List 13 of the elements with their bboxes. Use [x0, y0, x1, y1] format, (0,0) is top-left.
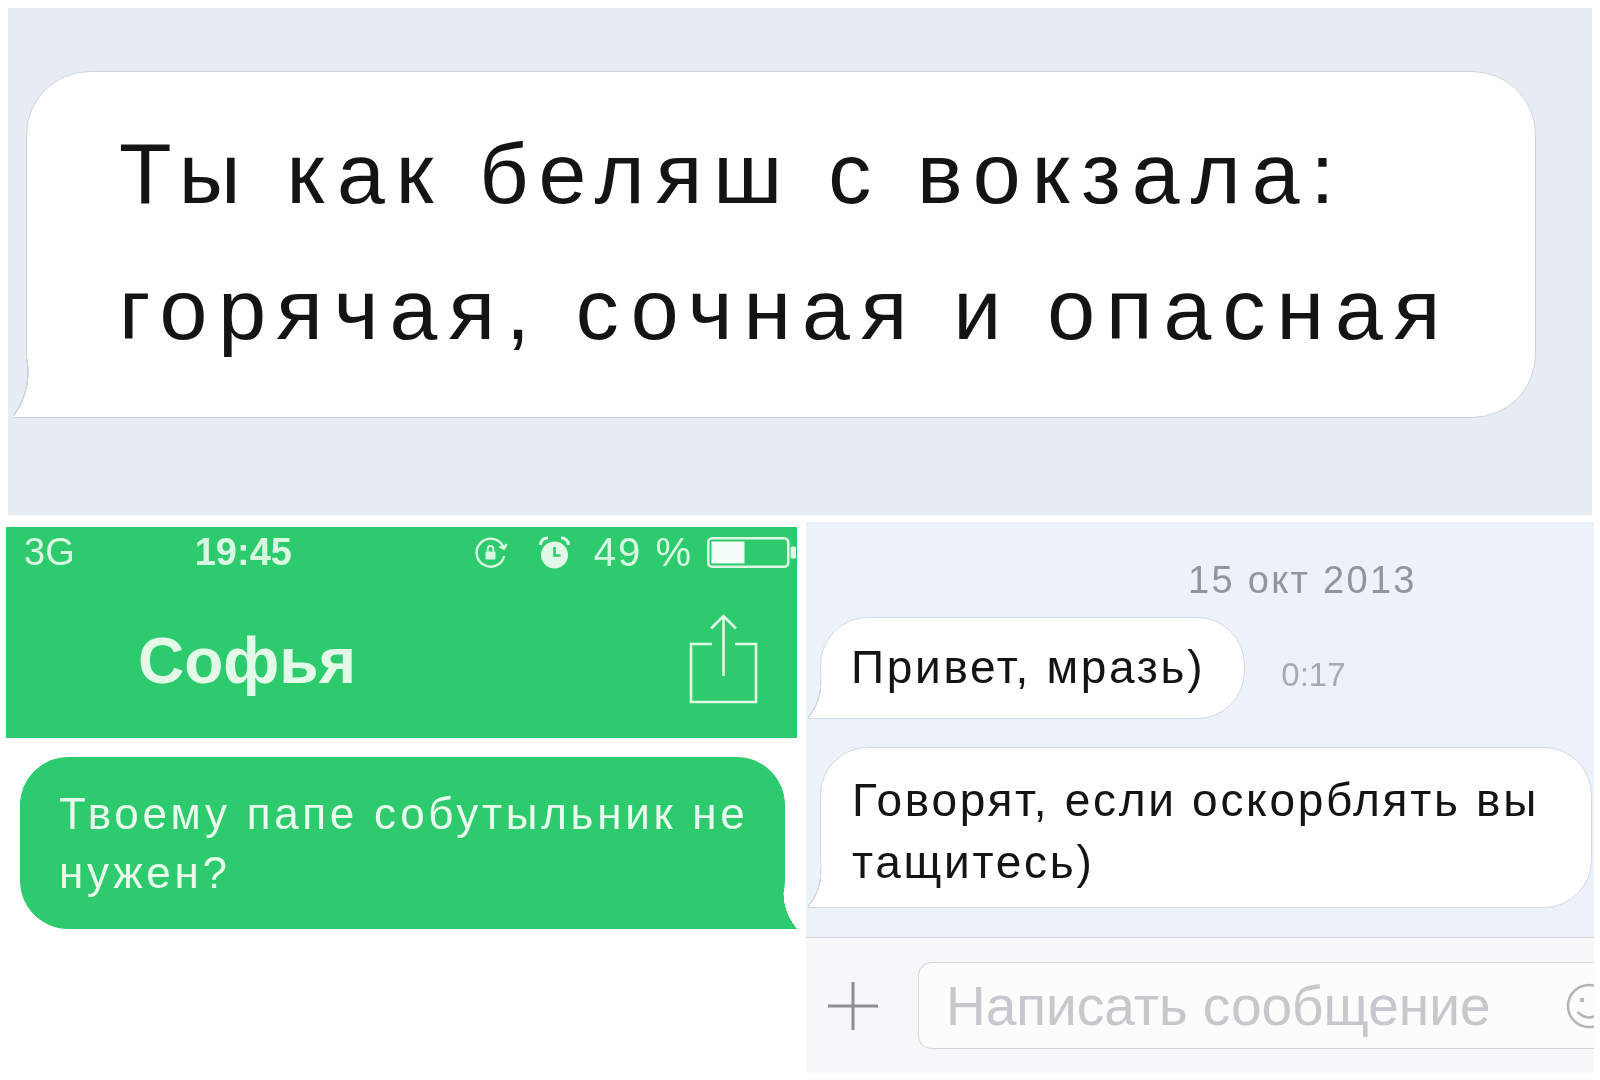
status-time: 19:45 — [194, 533, 292, 571]
share-icon[interactable] — [689, 611, 758, 704]
message-text: Ты как беляш с вокзала: горячая, сочная и опасная — [119, 124, 1453, 359]
date-label: 15 окт 2013 — [1188, 561, 1417, 599]
battery-percent: 49 % — [593, 532, 693, 572]
smiley-icon[interactable] — [1565, 982, 1594, 1029]
battery-icon — [707, 536, 796, 568]
network-label: 3G — [24, 533, 75, 571]
message-text: Твоему папе собутыльник не нужен? — [59, 788, 750, 899]
alarm-clock-icon — [536, 534, 572, 570]
plus-icon[interactable] — [828, 981, 878, 1030]
message-time: 0:17 — [1281, 658, 1346, 691]
message-text: Говорят, если оскорблять вы тащитесь) — [852, 773, 1540, 890]
